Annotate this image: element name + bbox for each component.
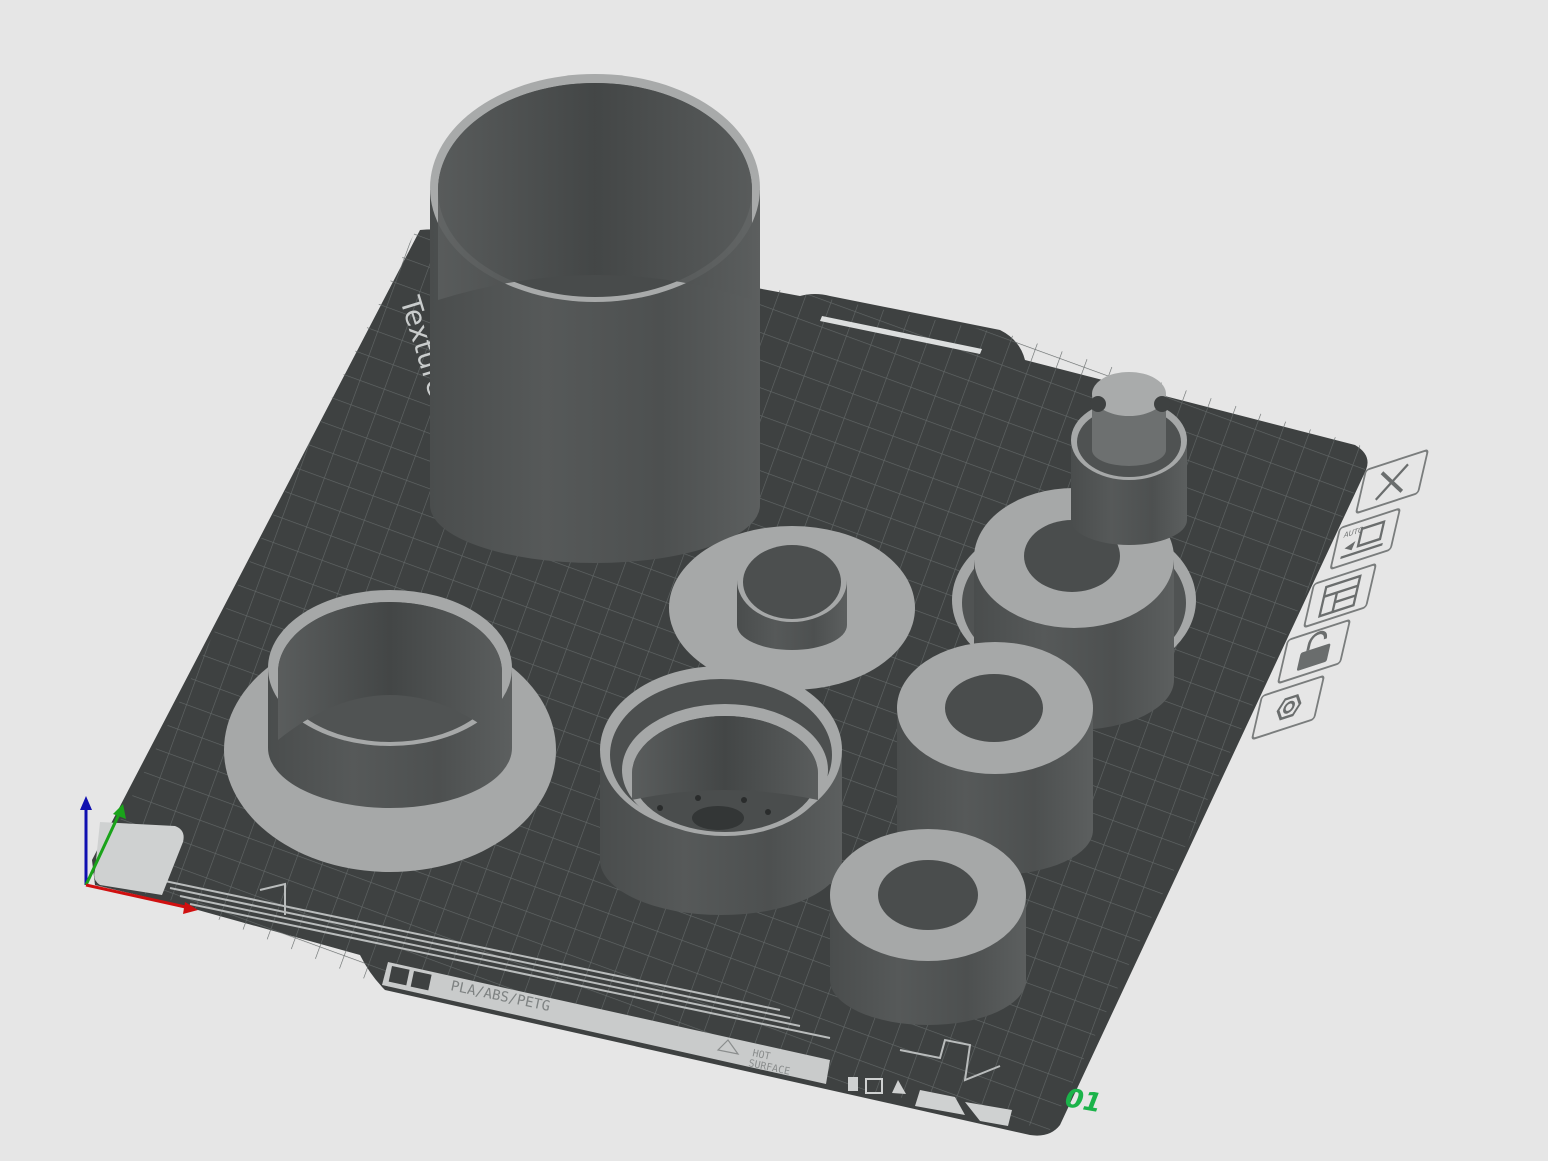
z-axis-arrow-icon	[80, 796, 92, 810]
model-flanged-tube-center[interactable]	[669, 526, 915, 690]
model-cup-center[interactable]	[600, 666, 842, 915]
plate-number: 01	[1063, 1083, 1104, 1119]
model-large-cylinder[interactable]	[430, 74, 760, 563]
model-ring-bottom-right[interactable]	[830, 829, 1026, 1025]
3d-viewport[interactable]: Textured PEI Plate PLA/ABS/PETG HOT SURF…	[0, 0, 1548, 1161]
